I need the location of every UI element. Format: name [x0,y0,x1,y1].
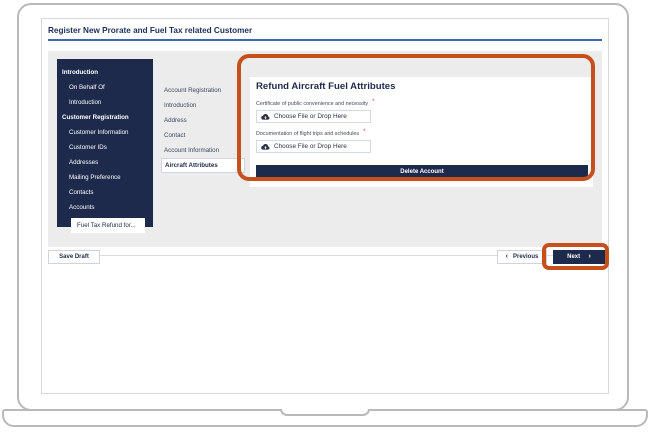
page-title: Register New Prorate and Fuel Tax relate… [48,26,253,35]
sidebar-section-customer-registration[interactable]: Customer Registration [57,110,153,125]
step-address[interactable]: Address [161,113,245,128]
step-list: Account Registration Introduction Addres… [161,83,245,173]
sidebar-section-introduction[interactable]: Introduction [57,65,153,80]
sidebar-item-customer-information[interactable]: Customer Information [57,125,153,140]
laptop-notch [280,409,370,416]
sidebar-item-customer-ids[interactable]: Customer IDs [57,140,153,155]
highlight-ring-next [542,243,609,270]
sidebar-item-introduction[interactable]: Introduction [57,95,153,110]
previous-label: Previous [513,254,539,260]
sidebar-item-fuel-tax-refund[interactable]: Fuel Tax Refund for... [71,218,145,233]
step-introduction[interactable]: Introduction [161,98,245,113]
step-account-registration[interactable]: Account Registration [161,83,245,98]
sidebar-item-accounts[interactable]: Accounts [57,200,153,215]
chevron-left-icon: ‹ [505,253,508,260]
step-account-information[interactable]: Account Information [161,143,245,158]
sidebar-item-on-behalf-of[interactable]: On Behalf Of [57,80,153,95]
sidebar-item-contacts[interactable]: Contacts [57,185,153,200]
title-divider [48,39,602,41]
highlight-ring-card [237,54,595,181]
sidebar-item-mailing-preference[interactable]: Mailing Preference [57,170,153,185]
sidebar-nav: Introduction On Behalf Of Introduction C… [57,59,153,233]
save-draft-button[interactable]: Save Draft [48,250,100,264]
sidebar-item-addresses[interactable]: Addresses [57,155,153,170]
previous-button[interactable]: ‹ Previous [497,250,547,264]
step-contact[interactable]: Contact [161,128,245,143]
laptop-mockup: Register New Prorate and Fuel Tax relate… [0,0,650,439]
step-aircraft-attributes[interactable]: Aircraft Attributes [161,158,245,173]
